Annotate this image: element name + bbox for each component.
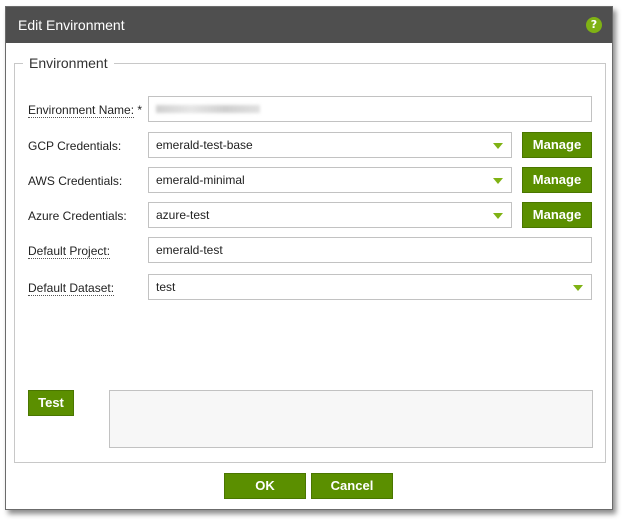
required-marker: * bbox=[137, 103, 143, 117]
help-icon[interactable]: ? bbox=[586, 17, 602, 33]
test-button[interactable]: Test bbox=[28, 390, 74, 416]
chevron-down-icon bbox=[493, 143, 503, 149]
azure-manage-button[interactable]: Manage bbox=[522, 202, 592, 228]
default-project-input[interactable]: emerald-test bbox=[148, 237, 592, 263]
cancel-button[interactable]: Cancel bbox=[311, 473, 393, 499]
environment-name-field[interactable] bbox=[148, 96, 592, 122]
aws-credentials-value: emerald-minimal bbox=[156, 173, 245, 187]
default-project-label: Default Project: bbox=[28, 244, 111, 259]
dialog-titlebar: Edit Environment ? bbox=[6, 7, 612, 43]
chevron-down-icon bbox=[493, 213, 503, 219]
azure-credentials-label: Azure Credentials: bbox=[28, 209, 127, 223]
redacted-name-value bbox=[156, 105, 260, 113]
aws-credentials-label: AWS Credentials: bbox=[28, 174, 123, 188]
azure-credentials-value: azure-test bbox=[156, 208, 210, 222]
gcp-credentials-select[interactable]: emerald-test-base bbox=[148, 132, 512, 158]
gcp-credentials-value: emerald-test-base bbox=[156, 138, 253, 152]
azure-credentials-select[interactable]: azure-test bbox=[148, 202, 512, 228]
chevron-down-icon bbox=[573, 285, 583, 291]
default-project-value: emerald-test bbox=[156, 243, 223, 257]
dialog-title: Edit Environment bbox=[18, 17, 125, 33]
default-dataset-value: test bbox=[156, 280, 176, 294]
default-dataset-select[interactable]: test bbox=[148, 274, 592, 300]
environment-fieldset: Environment Environment Name: * GCP Cred… bbox=[14, 55, 606, 463]
environment-legend: Environment bbox=[23, 55, 114, 71]
test-output-box[interactable] bbox=[109, 390, 593, 448]
edit-environment-dialog: Edit Environment ? Environment Environme… bbox=[5, 6, 613, 510]
default-dataset-label: Default Dataset: bbox=[28, 281, 115, 296]
gcp-credentials-label: GCP Credentials: bbox=[28, 139, 122, 153]
chevron-down-icon bbox=[493, 178, 503, 184]
aws-credentials-select[interactable]: emerald-minimal bbox=[148, 167, 512, 193]
environment-name-label: Environment Name: * bbox=[28, 103, 143, 118]
gcp-manage-button[interactable]: Manage bbox=[522, 132, 592, 158]
aws-manage-button[interactable]: Manage bbox=[522, 167, 592, 193]
ok-button[interactable]: OK bbox=[224, 473, 306, 499]
